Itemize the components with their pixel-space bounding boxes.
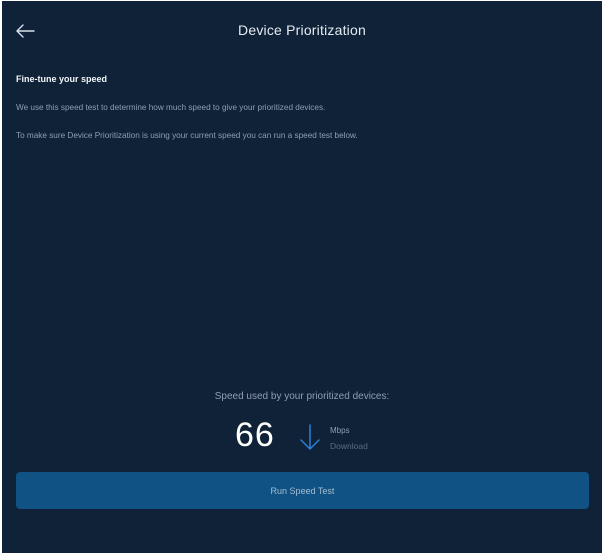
arrow-down-icon [300, 424, 320, 450]
speed-readout: 66 Mbps Download [235, 415, 395, 457]
speed-direction: Download [330, 441, 368, 451]
page-title: Device Prioritization [238, 22, 366, 38]
speed-unit: Mbps [330, 426, 350, 435]
speed-label: Speed used by your prioritized devices: [214, 391, 390, 402]
section-title: Fine-tune your speed [16, 74, 108, 84]
description-paragraph: We use this speed test to determine how … [16, 103, 326, 112]
instruction-paragraph: To make sure Device Prioritization is us… [16, 131, 358, 140]
device-prioritization-screen: Device Prioritization Fine-tune your spe… [2, 1, 602, 553]
speed-value: 66 [235, 416, 275, 454]
run-speed-test-button[interactable]: Run Speed Test [16, 472, 589, 509]
header: Device Prioritization [2, 1, 602, 61]
